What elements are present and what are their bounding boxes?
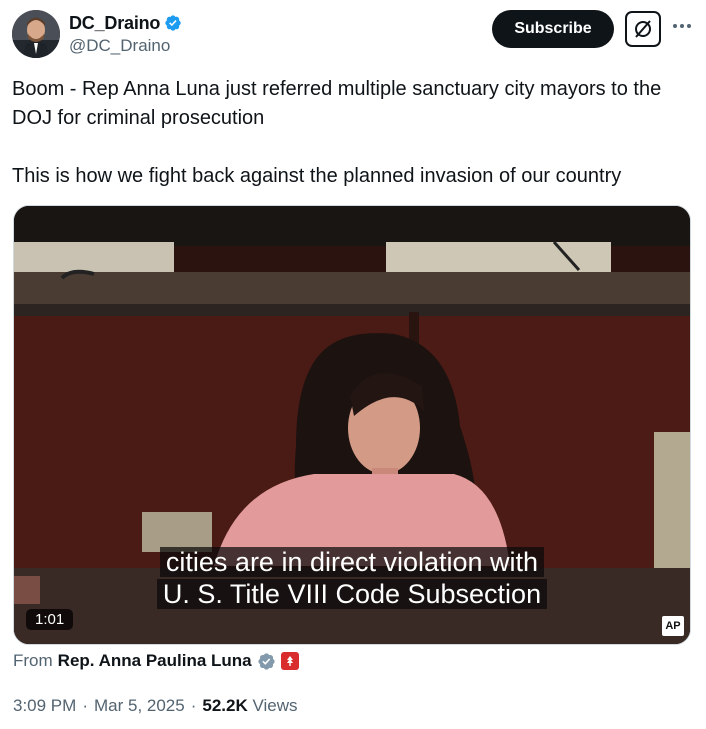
source-name[interactable]: Rep. Anna Paulina Luna (58, 651, 252, 671)
source-prefix: From (13, 651, 53, 670)
display-name[interactable]: DC_Draino (69, 13, 160, 34)
tweet-time[interactable]: 3:09 PM (13, 696, 76, 716)
video-caption: cities are in direct violation with (14, 546, 690, 579)
tweet-paragraph: Boom - Rep Anna Luna just referred multi… (12, 78, 662, 129)
tweet-meta: 3:09 PM · Mar 5, 2025 · 52.2K Views (13, 696, 298, 716)
views-label: Views (252, 696, 298, 715)
video-duration: 1:01 (26, 609, 74, 630)
government-badge-icon (258, 652, 275, 670)
tweet-header: DC_Draino @DC_Draino Subscribe (12, 10, 694, 60)
video-player[interactable]: cities are in direct violation with U. S… (13, 205, 691, 645)
grok-icon (635, 20, 651, 38)
verified-badge-icon (165, 15, 181, 31)
views: 52.2K Views (202, 696, 297, 716)
views-count: 52.2K (202, 696, 248, 715)
affiliation-icon[interactable] (280, 652, 299, 670)
tweet-paragraph: This is how we fight back against the pl… (12, 165, 622, 187)
avatar[interactable] (12, 10, 60, 58)
meta-separator: · (190, 696, 197, 715)
tweet-text: Boom - Rep Anna Luna just referred multi… (12, 75, 682, 220)
media-source: From Rep. Anna Paulina Luna (13, 651, 299, 671)
grok-button[interactable] (625, 11, 661, 47)
display-name-row: DC_Draino (69, 12, 182, 34)
author-block: DC_Draino @DC_Draino (69, 12, 182, 56)
subscribe-button[interactable]: Subscribe (492, 10, 614, 48)
author-handle[interactable]: @DC_Draino (69, 36, 182, 56)
tweet-date[interactable]: Mar 5, 2025 (94, 696, 185, 716)
meta-separator: · (82, 696, 88, 715)
video-caption: U. S. Title VIII Code Subsection (14, 578, 690, 611)
ap-watermark: AP (662, 616, 684, 636)
more-icon[interactable] (670, 14, 694, 38)
